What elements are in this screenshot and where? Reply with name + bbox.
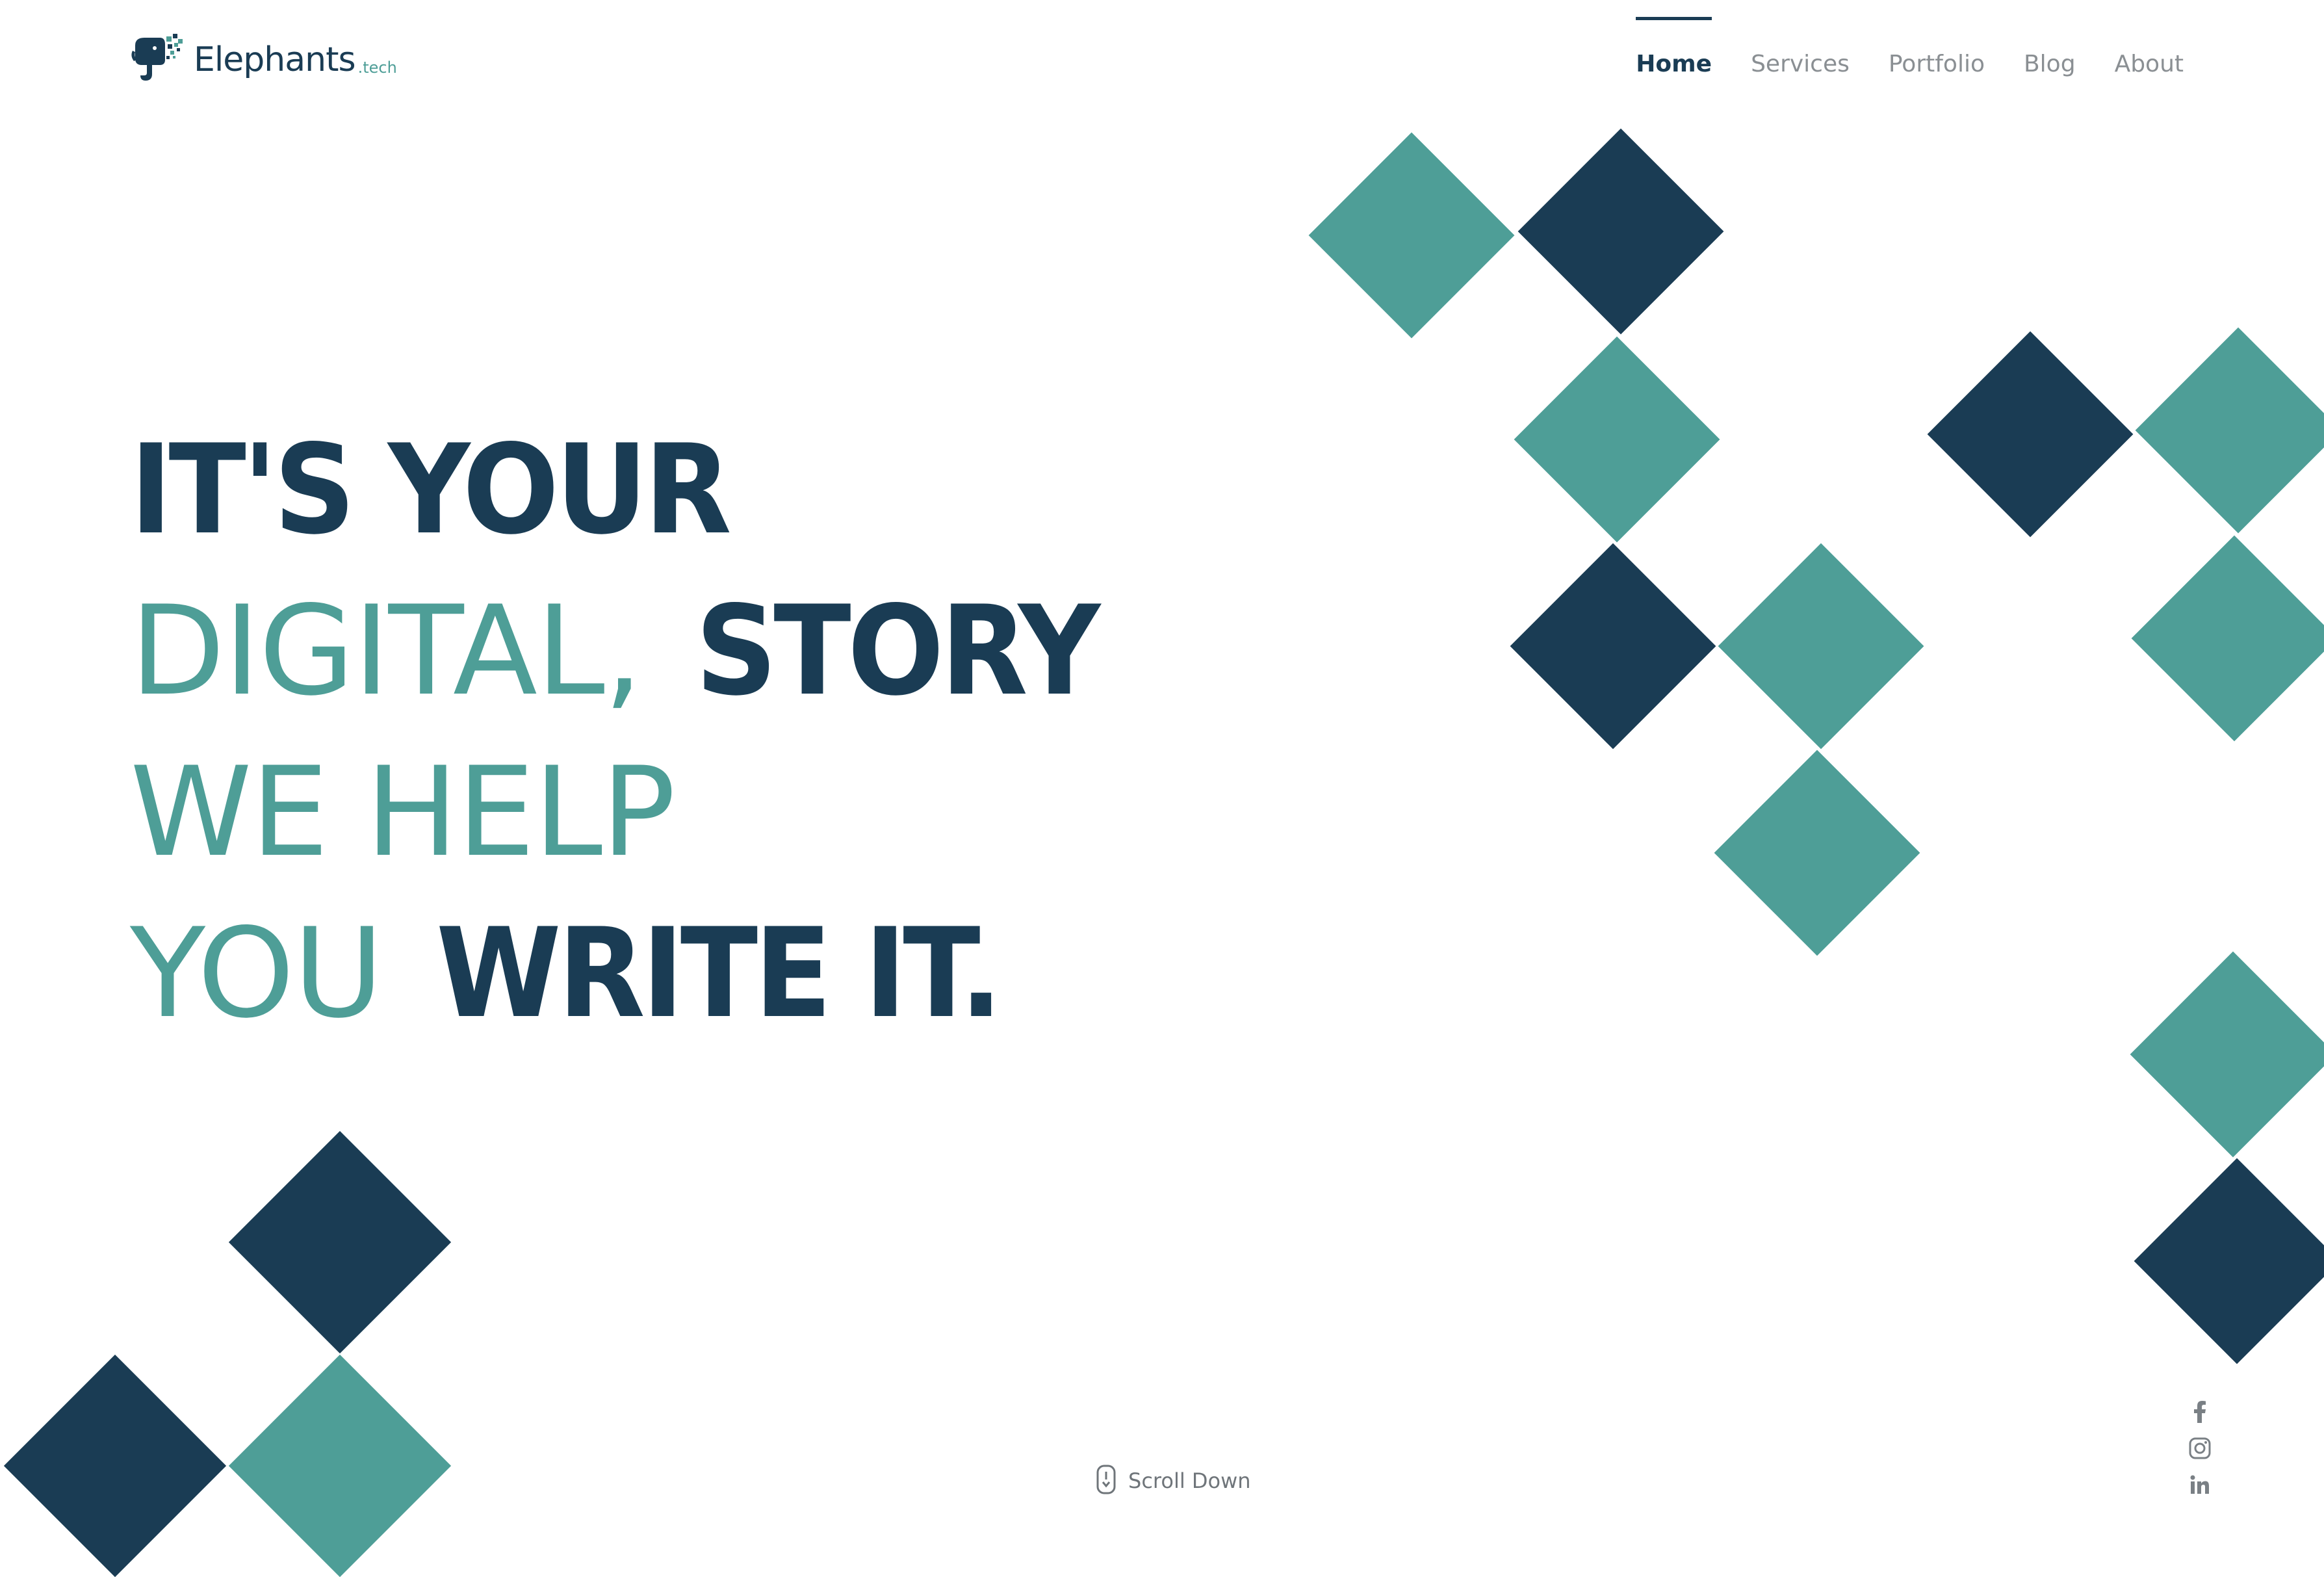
nav-item-portfolio[interactable]: Portfolio (1889, 17, 1985, 77)
decorative-diamond (1308, 132, 1515, 339)
hero-line-2-light: DIGITAL, (130, 579, 643, 723)
hero-line-1: IT'S YOUR (130, 410, 1131, 571)
main-nav: Home Services Portfolio Blog About (1636, 17, 2184, 77)
hero-line-3-light: WE HELP (130, 740, 676, 884)
decorative-diamond (1517, 128, 1724, 335)
decorative-diamond (2131, 535, 2324, 742)
nav-item-blog[interactable]: Blog (2024, 17, 2076, 77)
nav-item-about[interactable]: About (2115, 17, 2184, 77)
hero-line-1-bold: IT'S YOUR (130, 418, 732, 562)
brand-name: Elephants (194, 40, 356, 79)
page: Elephants .tech Home Services Portfolio … (0, 0, 2324, 1577)
hero-line-2-bold: STORY (695, 579, 1100, 723)
facebook-icon[interactable] (2187, 1399, 2213, 1425)
scroll-down-label: Scroll Down (1128, 1468, 1251, 1493)
nav-item-home[interactable]: Home (1636, 17, 1712, 77)
social-links (2184, 1399, 2216, 1498)
linkedin-icon[interactable] (2187, 1472, 2213, 1498)
hero-line-4-light: YOU (130, 902, 383, 1045)
hero-line-4: YOU WRITE IT. (130, 893, 1131, 1054)
decorative-diamond (1718, 543, 1924, 749)
instagram-icon[interactable] (2187, 1435, 2213, 1461)
decorative-diamond (228, 1130, 452, 1354)
brand-tld: .tech (357, 59, 397, 77)
hero-line-4-bold: WRITE IT. (436, 902, 1003, 1045)
mouse-scroll-icon (1096, 1464, 1117, 1498)
decorative-diamond (3, 1354, 227, 1577)
scroll-down-link[interactable]: Scroll Down (1096, 1464, 1251, 1498)
hero-headline: IT'S YOUR DIGITAL, STORY WE HELP YOU WRI… (130, 410, 1131, 1054)
decorative-diamond (1927, 331, 2134, 538)
hero-line-3: WE HELP (130, 732, 1131, 893)
hero-line-2: DIGITAL, STORY (130, 571, 1131, 732)
nav-item-services[interactable]: Services (1751, 17, 1850, 77)
decorative-diamond (2135, 327, 2324, 534)
decorative-diamond (1514, 336, 1720, 543)
elephant-pixel-logo-icon (130, 31, 185, 83)
decorative-diamond (1714, 749, 1920, 956)
brand-logo-link[interactable]: Elephants .tech (130, 29, 397, 83)
decorative-diamond (2130, 951, 2324, 1158)
decorative-diamond (228, 1354, 452, 1577)
decorative-diamond (2134, 1158, 2324, 1364)
decorative-diamond (1510, 543, 1716, 749)
